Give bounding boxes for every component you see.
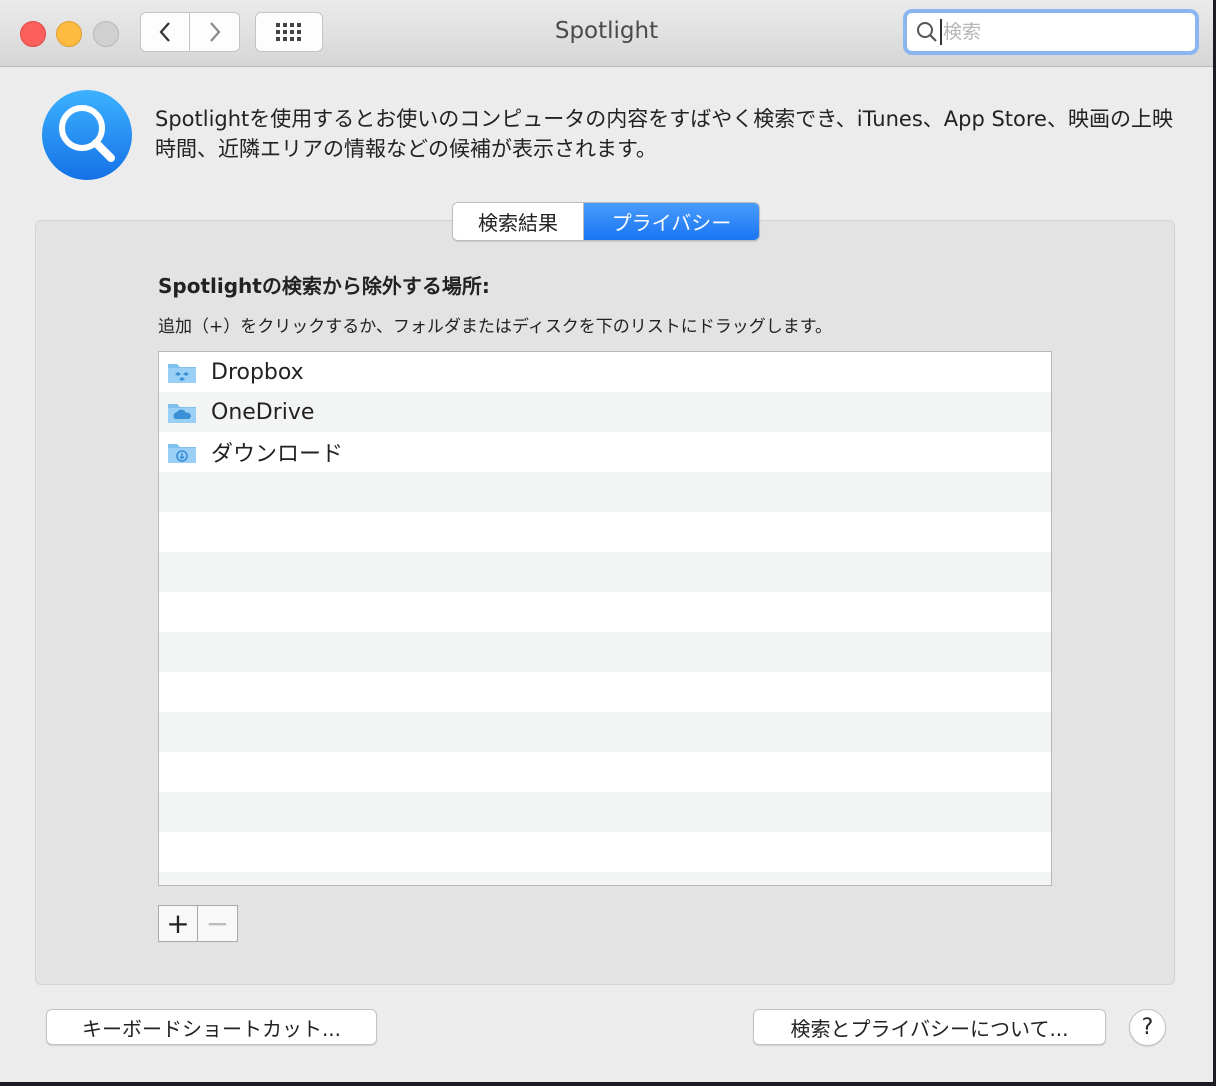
onedrive-folder-icon	[168, 404, 196, 423]
tab-bar: 検索結果 プライバシー	[452, 202, 760, 241]
preferences-window: Spotlight Spotlightを使用するとお使いのコンピュータの内容をす…	[0, 0, 1213, 1082]
dropbox-folder-icon	[168, 364, 196, 383]
add-location-button[interactable]: +	[158, 905, 198, 942]
list-item-label: Dropbox	[211, 359, 304, 385]
empty-row	[159, 832, 1051, 872]
downloads-folder-icon	[168, 444, 196, 463]
search-field[interactable]	[903, 9, 1199, 55]
empty-row	[159, 672, 1051, 712]
list-item-label: OneDrive	[211, 399, 315, 425]
empty-row	[159, 592, 1051, 632]
title-bar: Spotlight	[0, 0, 1213, 67]
empty-row	[159, 872, 1051, 885]
excluded-locations-list[interactable]: Dropbox OneDrive ダウンロード	[158, 351, 1052, 886]
spotlight-description: Spotlightを使用するとお使いのコンピュータの内容をすばやく検索でき、iT…	[155, 107, 1173, 161]
empty-row	[159, 512, 1051, 552]
instruction-text: 追加（+）をクリックするか、フォルダまたはディスクを下のリストにドラッグします。	[158, 317, 833, 337]
help-button[interactable]: ?	[1129, 1009, 1166, 1046]
list-item[interactable]: ダウンロード	[159, 432, 1051, 472]
empty-row	[159, 752, 1051, 792]
tab-privacy[interactable]: プライバシー	[584, 203, 759, 240]
empty-row	[159, 552, 1051, 592]
spotlight-app-icon	[42, 90, 132, 180]
search-icon	[917, 22, 937, 42]
list-item[interactable]: OneDrive	[159, 392, 1051, 432]
tab-search-results[interactable]: 検索結果	[453, 203, 584, 240]
empty-row	[159, 792, 1051, 832]
empty-row	[159, 472, 1051, 512]
section-title: Spotlightの検索から除外する場所:	[158, 274, 490, 298]
list-item[interactable]: Dropbox	[159, 352, 1051, 392]
keyboard-shortcuts-button[interactable]: キーボードショートカット...	[46, 1009, 377, 1045]
empty-row	[159, 632, 1051, 672]
list-item-label: ダウンロード	[211, 442, 344, 467]
remove-location-button[interactable]: −	[198, 905, 238, 942]
about-search-privacy-button[interactable]: 検索とプライバシーについて...	[753, 1009, 1106, 1045]
search-input[interactable]	[940, 19, 1185, 45]
empty-row	[159, 712, 1051, 752]
